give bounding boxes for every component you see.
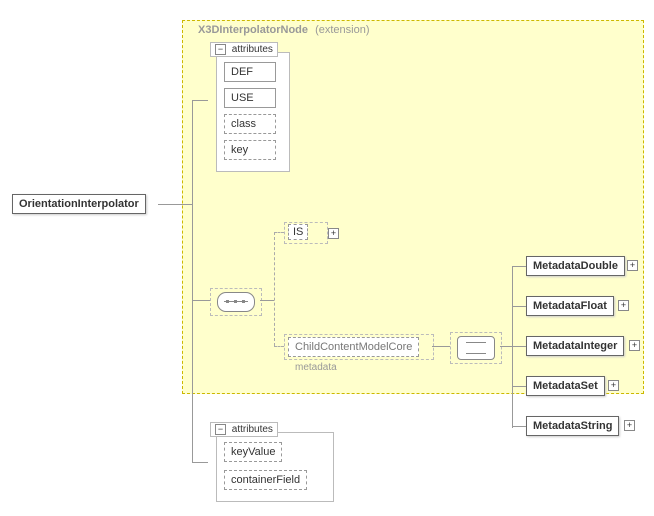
expand-icon[interactable]: + [328,228,339,239]
attr-group-1-title: − attributes [210,42,278,57]
metadata-string[interactable]: MetadataString [526,416,619,436]
extension-tag: (extension) [315,24,369,36]
expand-icon[interactable]: + [618,300,629,311]
child-content-model[interactable]: ChildContentModelCore [288,337,419,357]
attr-class[interactable]: class [224,114,276,134]
expand-icon[interactable]: + [608,380,619,391]
attr-keyvalue[interactable]: keyValue [224,442,282,462]
choice-icon [457,336,495,360]
attr-use[interactable]: USE [224,88,276,108]
metadata-double[interactable]: MetadataDouble [526,256,625,276]
metadata-float[interactable]: MetadataFloat [526,296,614,316]
root-node[interactable]: OrientationInterpolator [12,194,146,214]
extension-name: X3DInterpolatorNode [198,24,308,36]
collapse-icon[interactable]: − [215,424,226,435]
expand-icon[interactable]: + [629,340,640,351]
collapse-icon[interactable]: − [215,44,226,55]
attr-def[interactable]: DEF [224,62,276,82]
metadata-integer[interactable]: MetadataInteger [526,336,624,356]
attr-key[interactable]: key [224,140,276,160]
expand-icon[interactable]: + [624,420,635,431]
expand-icon[interactable]: + [627,260,638,271]
sequence-icon [217,292,255,312]
attr-group-2-title: − attributes [210,422,278,437]
schema-diagram: X3DInterpolatorNode (extension) Orientat… [0,0,654,516]
metadata-note: metadata [295,362,337,373]
metadata-set[interactable]: MetadataSet [526,376,605,396]
is-node[interactable]: IS [288,224,308,240]
extension-title: X3DInterpolatorNode (extension) [198,24,370,36]
attr-containerfield[interactable]: containerField [224,470,307,490]
